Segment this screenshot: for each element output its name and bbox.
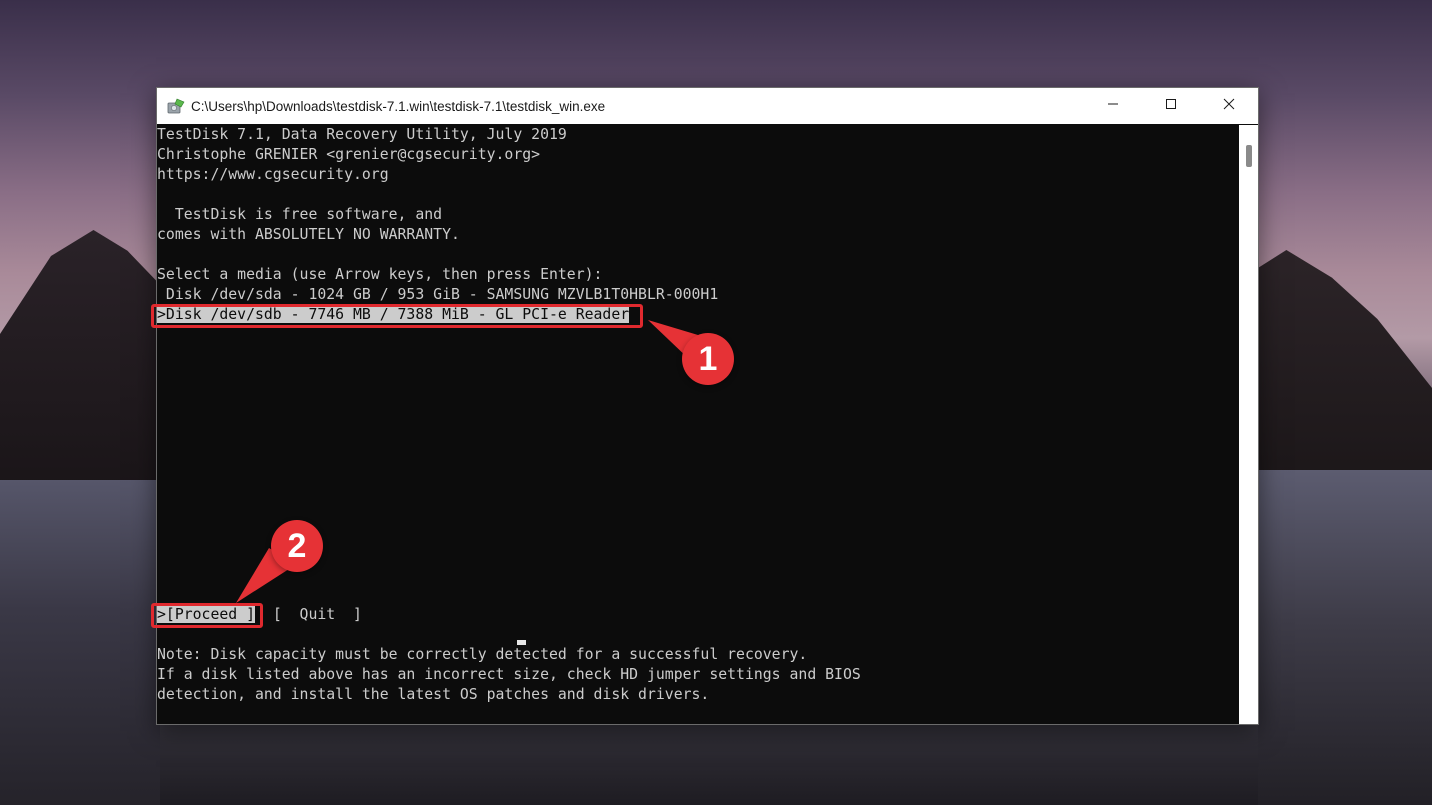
scrollbar-thumb[interactable] <box>1246 145 1252 167</box>
note-line: detection, and install the latest OS pat… <box>157 686 710 703</box>
quit-option[interactable]: [ Quit ] <box>273 606 362 623</box>
media-prompt: Select a media (use Arrow keys, then pre… <box>157 266 603 283</box>
note-line: Note: Disk capacity must be correctly de… <box>157 646 808 663</box>
title-bar[interactable]: C:\Users\hp\Downloads\testdisk-7.1.win\t… <box>157 88 1258 124</box>
testdisk-app-icon <box>167 98 185 114</box>
background-mountain-left <box>0 230 170 490</box>
header-line: Christophe GRENIER <grenier@cgsecurity.o… <box>157 146 541 163</box>
step-badge-1: 1 <box>682 333 734 385</box>
background-water-left <box>0 480 160 805</box>
disk-option-sda[interactable]: Disk /dev/sda - 1024 GB / 953 GiB - SAMS… <box>157 285 1238 305</box>
header-line: https://www.cgsecurity.org <box>157 166 389 183</box>
minimize-icon <box>1107 97 1119 115</box>
maximize-button[interactable] <box>1142 88 1200 124</box>
close-icon <box>1223 97 1235 115</box>
window-title: C:\Users\hp\Downloads\testdisk-7.1.win\t… <box>191 98 606 114</box>
highlight-box-proceed <box>151 603 263 628</box>
license-line: comes with ABSOLUTELY NO WARRANTY. <box>157 226 460 243</box>
minimize-button[interactable] <box>1084 88 1142 124</box>
note-line: If a disk listed above has an incorrect … <box>157 666 861 683</box>
highlight-box-disk-sdb <box>151 304 643 328</box>
testdisk-console-window: C:\Users\hp\Downloads\testdisk-7.1.win\t… <box>156 87 1259 725</box>
license-line: TestDisk is free software, and <box>157 206 443 223</box>
maximize-icon <box>1165 97 1177 115</box>
text-cursor <box>517 640 526 645</box>
background-mountain-right <box>1250 250 1432 480</box>
window-controls <box>1084 88 1258 124</box>
background-water-right <box>1258 470 1432 805</box>
menu-line: >[Proceed ] [ Quit ] <box>157 605 1238 625</box>
vertical-scrollbar[interactable] <box>1239 125 1258 724</box>
close-button[interactable] <box>1200 88 1258 124</box>
step-badge-2: 2 <box>271 520 323 572</box>
header-line: TestDisk 7.1, Data Recovery Utility, Jul… <box>157 126 567 143</box>
console-output[interactable]: TestDisk 7.1, Data Recovery Utility, Jul… <box>157 125 1238 724</box>
